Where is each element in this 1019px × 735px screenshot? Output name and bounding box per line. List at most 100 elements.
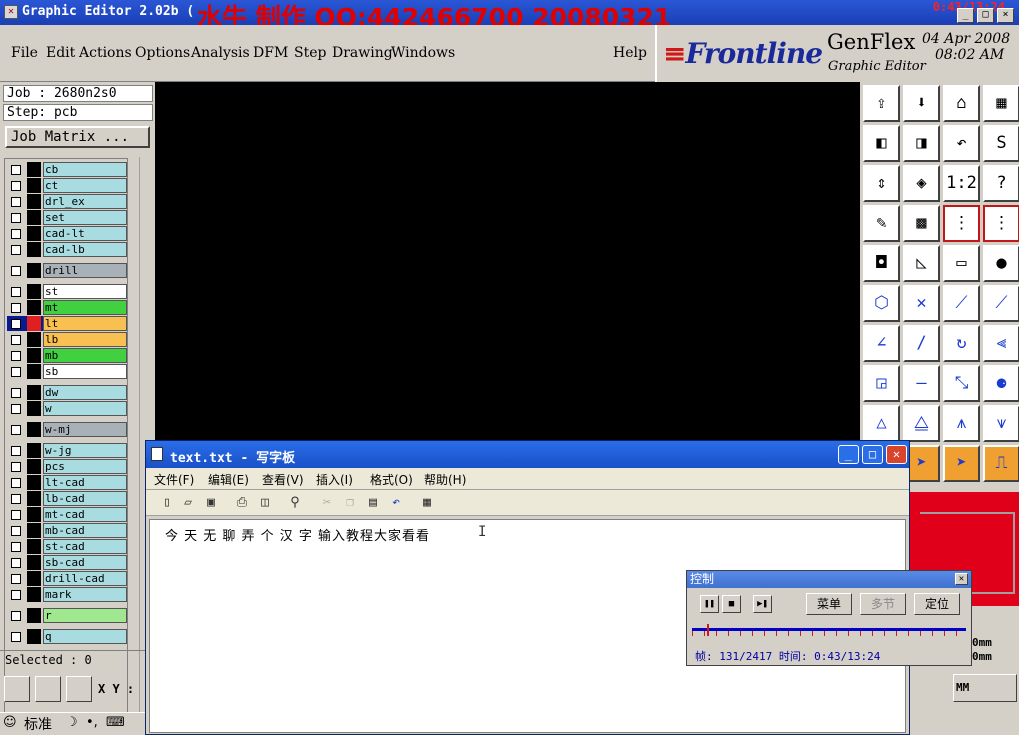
layer-row[interactable]: drill-cad (7, 571, 127, 586)
polygon-icon[interactable]: ◺ (903, 245, 940, 282)
layer-name[interactable]: st-cad (43, 539, 127, 554)
control-close-button[interactable]: ✕ (955, 573, 968, 585)
layer-row[interactable]: drill (7, 263, 127, 278)
wp-menu-view[interactable]: 查看(V) (262, 471, 304, 488)
layer-row[interactable]: lb-cad (7, 491, 127, 506)
units-selector[interactable]: MM (953, 674, 1017, 702)
layer-checkbox[interactable] (11, 542, 21, 552)
layer-color-swatch[interactable] (27, 178, 41, 193)
layer-row[interactable]: set (7, 210, 127, 225)
menu-edit[interactable]: Edit (46, 45, 75, 61)
layer-name[interactable]: mb (43, 348, 127, 363)
layer-checkbox[interactable] (11, 590, 21, 600)
layer-color-swatch[interactable] (27, 629, 41, 644)
undo-icon[interactable]: ↶ (387, 494, 405, 512)
layer-color-swatch[interactable] (27, 348, 41, 363)
layer-row[interactable]: mt-cad (7, 507, 127, 522)
route-icon[interactable]: ⬡ (863, 285, 900, 322)
layer-checkbox[interactable] (11, 574, 21, 584)
layer-checkbox[interactable] (11, 229, 21, 239)
layer-row[interactable]: r (7, 608, 127, 623)
layer-row[interactable]: ct (7, 178, 127, 193)
layer-color-swatch[interactable] (27, 364, 41, 379)
wp-menu-format[interactable]: 格式(O) (370, 471, 413, 488)
track-thumb[interactable] (707, 624, 709, 636)
layer-row[interactable]: lt-cad (7, 475, 127, 490)
layer-checkbox[interactable] (11, 478, 21, 488)
layer-checkbox[interactable] (11, 446, 21, 456)
save-icon[interactable]: ▣ (202, 494, 220, 512)
pan-left-icon[interactable]: ◧ (863, 125, 900, 162)
menu-drawing[interactable]: Drawing (332, 45, 393, 61)
new-icon[interactable]: ▯ (158, 494, 176, 512)
copy-icon[interactable]: ❐ (341, 494, 359, 512)
layer-row[interactable]: sb (7, 364, 127, 379)
layer-checkbox[interactable] (11, 165, 21, 175)
layer-color-swatch[interactable] (27, 443, 41, 458)
zoom-icon[interactable]: ◈ (903, 165, 940, 202)
layer-color-swatch[interactable] (27, 162, 41, 177)
layer-name[interactable]: drl_ex (43, 194, 127, 209)
playback-track[interactable] (692, 624, 966, 636)
wordpad-minimize-button[interactable]: _ (838, 445, 859, 464)
layer-name[interactable]: cad-lb (43, 242, 127, 257)
layer-color-swatch[interactable] (27, 284, 41, 299)
layer-name[interactable]: w-jg (43, 443, 127, 458)
layer-checkbox[interactable] (11, 367, 21, 377)
dash-icon[interactable]: — (903, 365, 940, 402)
ratio-icon[interactable]: 1:2 (943, 165, 980, 202)
undo-icon[interactable]: ↶ (943, 125, 980, 162)
layer-checkbox[interactable] (11, 181, 21, 191)
layer-name[interactable]: sb (43, 364, 127, 379)
layer-row[interactable]: w (7, 401, 127, 416)
layer-name[interactable]: sb-cad (43, 555, 127, 570)
layer-color-swatch[interactable] (27, 571, 41, 586)
print-preview-icon[interactable]: ◫ (256, 494, 274, 512)
layer-row[interactable]: mb (7, 348, 127, 363)
layer-row[interactable]: q (7, 629, 127, 644)
stretch-icon[interactable]: ⤡ (943, 365, 980, 402)
layer-color-swatch[interactable] (27, 491, 41, 506)
line-icon[interactable]: ⟋ (943, 285, 980, 322)
layer-color-swatch[interactable] (27, 587, 41, 602)
arc-icon[interactable]: ↻ (943, 325, 980, 362)
insert-date-icon[interactable]: ▦ (418, 494, 436, 512)
layer-row[interactable]: lt (7, 316, 127, 331)
layer-color-swatch[interactable] (27, 242, 41, 257)
export-icon[interactable]: ⇪ (863, 85, 900, 122)
job-matrix-button[interactable]: Job Matrix ... (5, 126, 150, 148)
snap-grid-icon[interactable] (66, 676, 92, 702)
dot-icon[interactable]: ● (983, 245, 1019, 282)
layer-color-swatch[interactable] (27, 555, 41, 570)
redraw-icon[interactable]: S (983, 125, 1019, 162)
layer-checkbox[interactable] (11, 303, 21, 313)
layer-color-swatch[interactable] (27, 523, 41, 538)
ime-icon[interactable]: ☺ (3, 715, 17, 730)
find-icon[interactable]: ⚲ (286, 494, 304, 512)
pause-icon[interactable]: ❚❚ (700, 595, 719, 613)
layer-row[interactable]: cad-lb (7, 242, 127, 257)
layer-checkbox[interactable] (11, 319, 21, 329)
layer-name[interactable]: lt-cad (43, 475, 127, 490)
layer-row[interactable]: w-mj (7, 422, 127, 437)
fit-icon[interactable]: ⇕ (863, 165, 900, 202)
layer-name[interactable]: dw (43, 385, 127, 400)
slash-icon[interactable]: ∕ (903, 325, 940, 362)
maximize-button[interactable]: □ (977, 8, 994, 23)
layer-name[interactable]: lb (43, 332, 127, 347)
menu-options[interactable]: Options (135, 45, 190, 61)
layer-row[interactable]: dw (7, 385, 127, 400)
layer-color-swatch[interactable] (27, 300, 41, 315)
layer-row[interactable]: cad-lt (7, 226, 127, 241)
pan-right-icon[interactable]: ◨ (903, 125, 940, 162)
layer-checkbox[interactable] (11, 213, 21, 223)
layer-row[interactable]: pcs (7, 459, 127, 474)
layer-checkbox[interactable] (11, 558, 21, 568)
layer-color-swatch[interactable] (27, 401, 41, 416)
layer-color-swatch[interactable] (27, 608, 41, 623)
wp-menu-edit[interactable]: 编辑(E) (208, 471, 249, 488)
open-icon[interactable]: ▱ (179, 494, 197, 512)
layer-checkbox[interactable] (11, 351, 21, 361)
layer-row[interactable]: sb-cad (7, 555, 127, 570)
layer-color-swatch[interactable] (27, 194, 41, 209)
